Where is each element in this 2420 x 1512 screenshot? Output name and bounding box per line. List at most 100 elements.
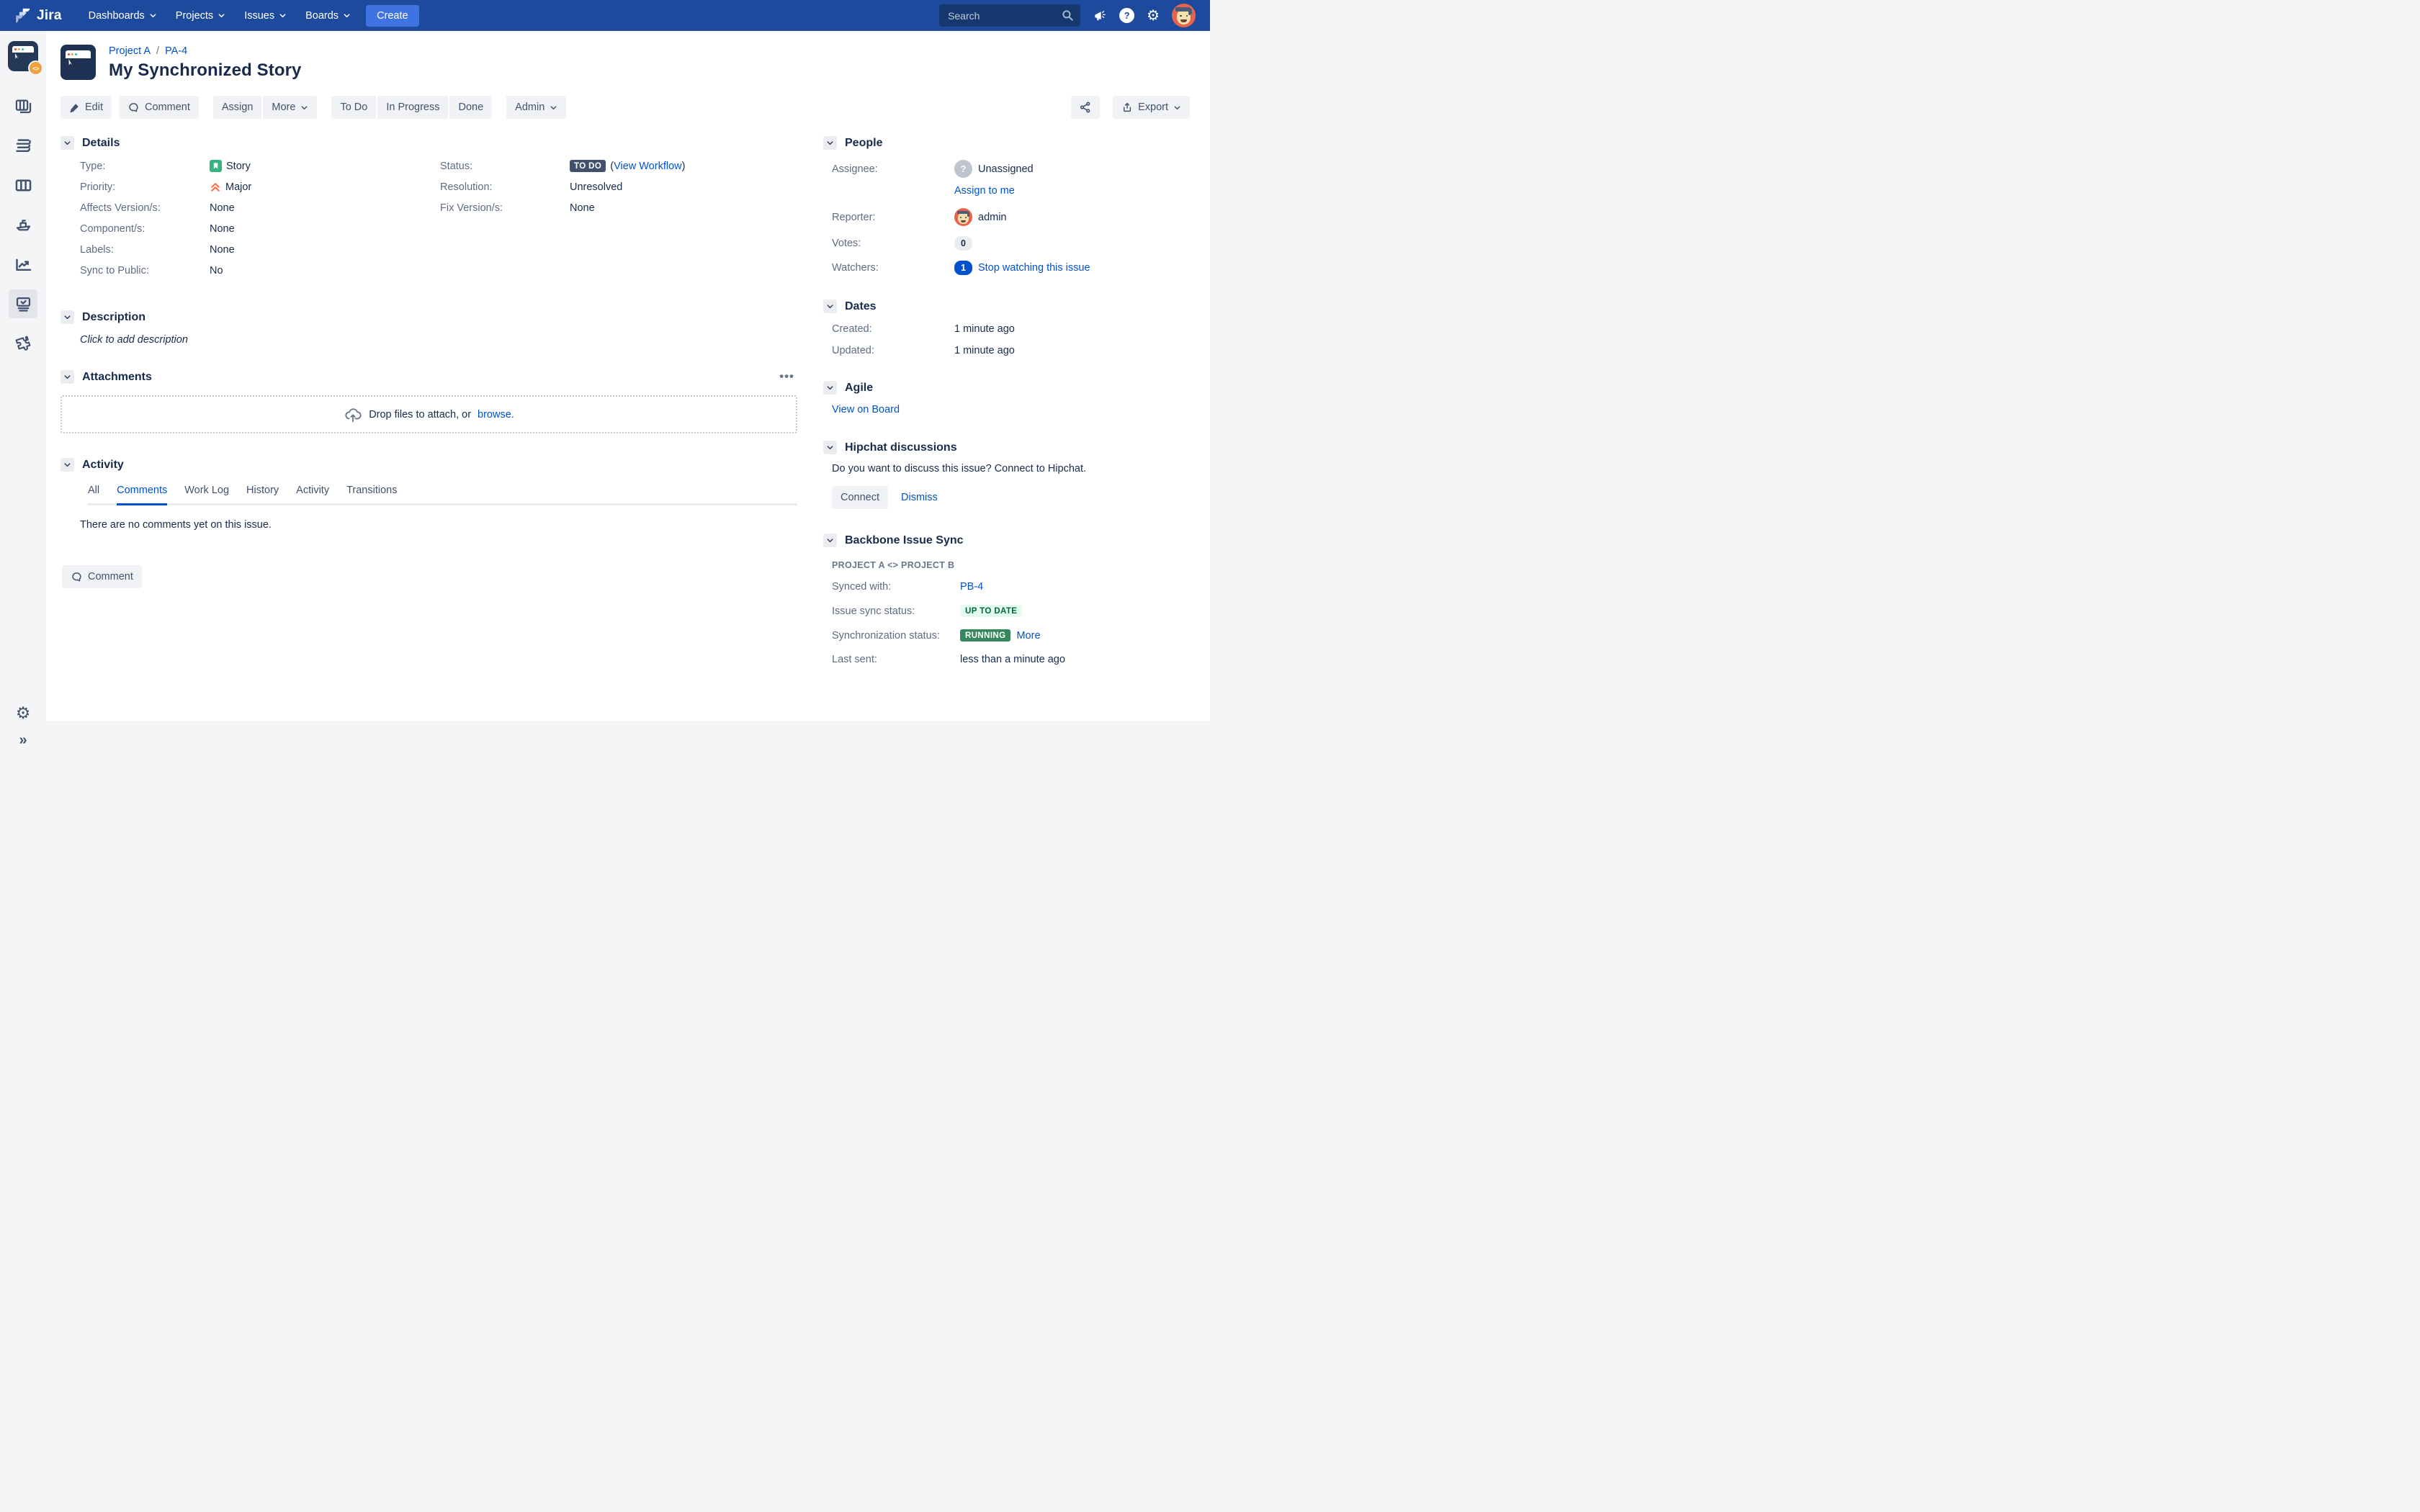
create-button[interactable]: Create [366,5,419,27]
user-avatar[interactable] [1172,4,1196,27]
collapse-chevron-icon[interactable] [823,441,837,454]
synced-issue-link[interactable]: PB-4 [960,581,983,593]
board-columns-icon[interactable] [9,171,37,199]
file-drop-zone[interactable]: Drop files to attach, or browse. [60,395,797,433]
right-column: People Assignee: ? Unassigned Assign to … [823,136,1190,690]
project-avatar-large[interactable] [60,45,96,80]
issue-toolbar: Edit Comment Assign More To Do In Progre… [60,96,1190,119]
settings-gear-icon[interactable]: ⚙ [1147,9,1160,23]
agile-heading: Agile [845,382,873,395]
reporter-avatar[interactable] [954,208,972,226]
jira-logo-icon [13,6,32,25]
component-field: Component/s: None [80,223,440,235]
assign-button[interactable]: Assign [213,96,262,119]
main-column: Details Type: Story [60,136,797,690]
feedback-megaphone-icon[interactable] [1093,9,1107,23]
story-type-icon [210,160,222,172]
tab-comments[interactable]: Comments [117,485,167,505]
help-icon[interactable]: ? [1119,8,1134,23]
chevron-down-icon [218,12,225,19]
votes-badge[interactable]: 0 [954,236,972,251]
nav-utilities: ? ⚙ [939,4,1196,27]
edit-button[interactable]: Edit [60,96,112,119]
sidebar-bottom: ⚙ » [16,705,31,747]
releases-ship-icon[interactable] [9,210,37,239]
addons-puzzle-icon[interactable] [9,329,37,358]
tab-work-log[interactable]: Work Log [184,485,229,505]
project-avatar[interactable]: <> [8,41,38,71]
last-sent-field: Last sent: less than a minute ago [832,654,1190,665]
collapse-chevron-icon[interactable] [823,300,837,313]
view-on-board-link[interactable]: View on Board [832,404,900,415]
browser-window-icon [66,50,90,72]
nav-boards[interactable]: Boards [297,6,359,26]
nav-issues[interactable]: Issues [236,6,295,26]
add-comment-button[interactable]: Comment [62,565,142,588]
jira-home-link[interactable]: Jira [13,6,62,25]
reports-chart-icon[interactable] [9,250,37,279]
running-badge: RUNNING [960,629,1010,642]
export-dropdown-button[interactable]: Export [1113,96,1190,119]
status-field: Status: TO DO (View Workflow) [440,160,797,172]
issues-card-icon[interactable] [9,289,37,318]
comment-bubble-icon [71,571,83,583]
stack-icon[interactable] [9,131,37,160]
footer-strip [46,721,1210,756]
expand-sidebar-icon[interactable]: » [19,733,27,747]
collapse-chevron-icon[interactable] [60,458,74,472]
collapse-chevron-icon[interactable] [60,370,74,384]
collapse-chevron-icon[interactable] [823,136,837,150]
hipchat-dismiss-link[interactable]: Dismiss [901,492,938,503]
view-workflow-link[interactable]: View Workflow [614,161,682,172]
collapse-chevron-icon[interactable] [823,534,837,547]
breadcrumb-project-link[interactable]: Project A [109,45,151,57]
more-dropdown-button[interactable]: More [263,96,317,119]
nav-dashboards[interactable]: Dashboards [81,6,165,26]
watchers-badge[interactable]: 1 [954,261,972,275]
issue-header: Project A / PA-4 My Synchronized Story [60,45,1190,81]
project-settings-gear-icon[interactable]: ⚙ [16,705,31,721]
tab-activity[interactable]: Activity [296,485,329,505]
issue-columns: Details Type: Story [60,136,1190,690]
browse-files-link[interactable]: browse. [478,409,514,420]
search-box [939,4,1080,27]
chevron-down-icon [1173,104,1181,112]
attachments-more-icon[interactable]: ••• [779,374,797,379]
status-badge: TO DO [570,160,606,172]
issue-title: My Synchronized Story [109,60,301,81]
done-transition-button[interactable]: Done [449,96,492,119]
assign-group: Assign More [213,96,318,119]
sync-more-link[interactable]: More [1016,630,1040,642]
collapse-chevron-icon[interactable] [823,381,837,395]
nav-projects[interactable]: Projects [168,6,233,26]
tab-all[interactable]: All [88,485,99,505]
share-button[interactable] [1071,96,1100,119]
stop-watching-link[interactable]: Stop watching this issue [978,262,1090,274]
breadcrumb-separator: / [156,45,159,57]
agile-section: Agile View on Board [823,381,1190,416]
breadcrumb-issue-link[interactable]: PA-4 [165,45,187,57]
inprogress-transition-button[interactable]: In Progress [377,96,448,119]
comment-button[interactable]: Comment [119,96,199,119]
backbone-projects-subheading: PROJECT A <> PROJECT B [832,560,1190,570]
share-icon [1079,101,1092,114]
admin-dropdown-button[interactable]: Admin [506,96,566,119]
search-input[interactable] [939,4,1080,27]
reporter-field: Reporter: admin [832,208,1190,226]
chevron-down-icon [279,12,287,19]
search-icon[interactable] [1061,9,1075,22]
backlog-icon[interactable] [9,91,37,120]
activity-section: Activity All Comments Work Log History A… [60,458,797,588]
collapse-chevron-icon[interactable] [60,310,74,324]
hipchat-prompt: Do you want to discuss this issue? Conne… [832,463,1190,474]
tab-history[interactable]: History [246,485,279,505]
breadcrumb: Project A / PA-4 [109,45,301,57]
tab-transitions[interactable]: Transitions [346,485,397,505]
issue-content: Project A / PA-4 My Synchronized Story E… [46,31,1210,721]
synchronization-status-field: Synchronization status: RUNNING More [832,629,1190,642]
collapse-chevron-icon[interactable] [60,136,74,150]
todo-transition-button[interactable]: To Do [331,96,376,119]
description-placeholder[interactable]: Click to add description [80,334,797,346]
assign-to-me-link[interactable]: Assign to me [954,185,1015,197]
hipchat-connect-button[interactable]: Connect [832,486,888,509]
